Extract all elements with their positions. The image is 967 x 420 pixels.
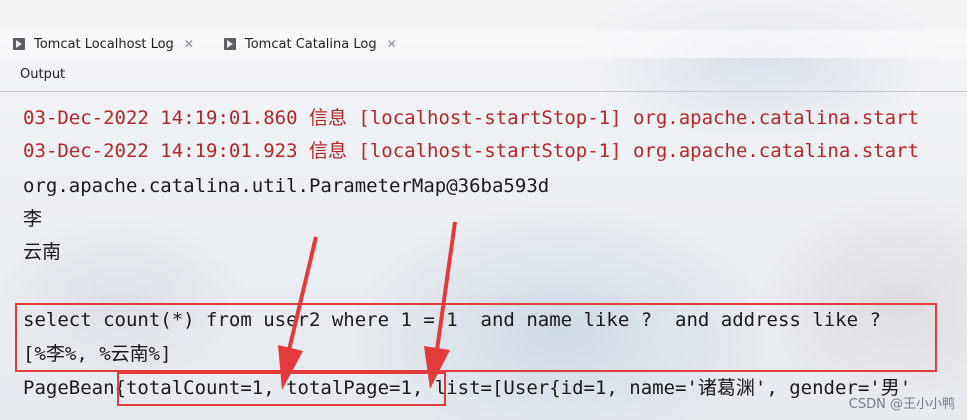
annotation-arrows: [278, 221, 457, 390]
arrow-right-shaft: [435, 221, 457, 351]
arrow-left-head: [278, 345, 303, 390]
arrow-left-shaft: [287, 236, 318, 351]
watermark: CSDN @王小小鸭: [848, 397, 955, 412]
arrow-right-head: [424, 346, 450, 389]
